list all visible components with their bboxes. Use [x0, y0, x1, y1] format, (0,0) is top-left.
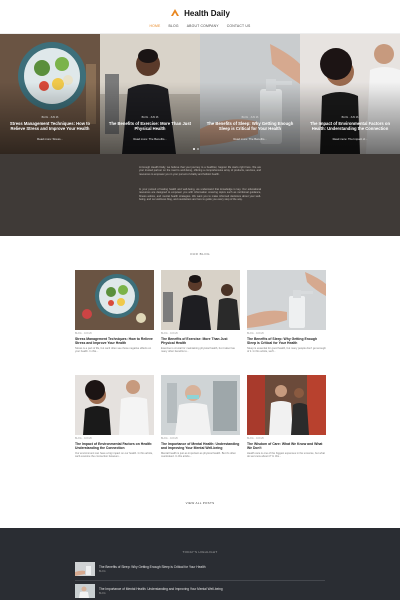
blog-card[interactable]: BLOG · JUN 26 The Impact of Environmenta…	[75, 375, 154, 459]
card-tags: BLOG · JUN 26	[247, 332, 264, 335]
slide-read-more[interactable]: Read more: The Benefits...	[100, 137, 200, 141]
card-title[interactable]: Stress Management Techniques: How to Rel…	[75, 337, 154, 345]
highlight-tag: BLOG	[99, 570, 106, 573]
slide-title[interactable]: The Benefits of Exercise: More Than Just…	[106, 121, 194, 131]
slide-read-more[interactable]: Read more: The Benefits...	[200, 137, 300, 141]
sanitizer-thumb-image	[75, 562, 95, 576]
card-tags: BLOG · JUN 26	[75, 332, 92, 335]
nav-item-home[interactable]: Home	[149, 24, 160, 28]
slide-read-more[interactable]: Read more: Stress...	[0, 137, 100, 141]
slider-dots	[193, 148, 199, 150]
about-section: At Hough Health Daily, we believe that y…	[0, 154, 400, 236]
highlight-section: TODAY'S HIGHLIGHT The Benefits of Sleep:…	[0, 528, 400, 600]
slide-title[interactable]: The Benefits of Sleep: Why Getting Enoug…	[206, 121, 294, 131]
about-paragraph: In your pursuit of lasting health and we…	[139, 188, 261, 202]
card-excerpt: Mental health is just as important as ph…	[161, 452, 236, 459]
card-tags: BLOG · JUN 26	[161, 332, 178, 335]
card-image[interactable]	[75, 375, 154, 435]
slide-environment[interactable]: BLOG · JUN 26 The Impact of Environmenta…	[300, 34, 400, 154]
card-image[interactable]	[161, 270, 240, 330]
card-title[interactable]: The Benefits of Exercise: More Than Just…	[161, 337, 240, 345]
slide-meta: BLOG · JUN 26	[141, 116, 159, 119]
highlight-label: TODAY'S HIGHLIGHT	[182, 550, 218, 554]
highlight-thumb[interactable]	[75, 562, 95, 576]
slide-shade	[0, 34, 100, 154]
hero-slider[interactable]: BLOG · JUN 26 Stress Management Techniqu…	[0, 34, 400, 154]
clinic-image	[247, 375, 326, 435]
blog-section-label: OUR BLOG	[190, 252, 210, 256]
highlight-item[interactable]: The Importance of Mental Health: Underst…	[75, 583, 325, 599]
main-nav: Home Blog About Company Contact Us	[149, 24, 250, 28]
lab-worker-image	[161, 375, 240, 435]
nav-item-about[interactable]: About Company	[187, 24, 219, 28]
card-excerpt: Our environment can have a big impact on…	[75, 452, 153, 459]
card-excerpt: Exercise is crucial for maintaining phys…	[161, 347, 235, 354]
slide-stress[interactable]: BLOG · JUN 26 Stress Management Techniqu…	[0, 34, 100, 154]
card-tags: BLOG · JUN 26	[247, 437, 264, 440]
slide-title[interactable]: The Impact of Environmental Factors on H…	[306, 121, 394, 131]
highlight-tag: BLOG	[99, 592, 106, 595]
slider-dot[interactable]	[197, 148, 199, 150]
slide-read-more[interactable]: Read more: The Impact of...	[300, 137, 400, 141]
blog-card[interactable]: BLOG · JUN 26 The Importance of Mental H…	[161, 375, 240, 459]
view-all-posts-link[interactable]: VIEW ALL POSTS	[0, 501, 400, 505]
doctor-patient-image	[75, 375, 154, 435]
lab-thumb-image	[75, 584, 95, 598]
card-image[interactable]	[161, 375, 240, 435]
food-bowl-image	[75, 270, 154, 330]
sanitizer-image	[247, 270, 326, 330]
card-image[interactable]	[247, 375, 326, 435]
slide-sleep[interactable]: BLOG · JUN 26 The Benefits of Sleep: Why…	[200, 34, 300, 154]
site-name: Health Daily	[184, 8, 230, 18]
blog-card[interactable]: BLOG · JUN 26 Stress Management Techniqu…	[75, 270, 154, 354]
card-image[interactable]	[247, 270, 326, 330]
slider-dot[interactable]	[193, 148, 195, 150]
about-paragraph: At Hough Health Daily, we believe that y…	[139, 166, 261, 176]
site-header: Health Daily Home Blog About Company Con…	[0, 0, 400, 34]
card-image[interactable]	[75, 270, 154, 330]
slide-meta: BLOG · JUN 26	[41, 116, 59, 119]
card-title[interactable]: The Wisdom of Care: What We Know and Wha…	[247, 442, 326, 450]
highlight-title[interactable]: The Benefits of Sleep: Why Getting Enoug…	[99, 565, 205, 569]
blog-card[interactable]: BLOG · JUN 26 The Benefits of Exercise: …	[161, 270, 240, 354]
blog-card[interactable]: BLOG · JUN 26 The Wisdom of Care: What W…	[247, 375, 326, 459]
slide-title[interactable]: Stress Management Techniques: How to Rel…	[6, 121, 94, 131]
card-excerpt: Health care is one of the biggest expens…	[247, 452, 325, 459]
card-excerpt: Sleep is essential for good health, but …	[247, 347, 326, 354]
slide-shade	[300, 34, 400, 154]
logo-icon	[171, 9, 180, 16]
card-title[interactable]: The Benefits of Sleep: Why Getting Enoug…	[247, 337, 326, 345]
nav-item-contact[interactable]: Contact Us	[227, 24, 251, 28]
card-tags: BLOG · JUN 26	[75, 437, 92, 440]
highlight-divider	[75, 580, 325, 581]
slide-meta: BLOG · JUN 26	[241, 116, 259, 119]
card-title[interactable]: The Importance of Mental Health: Underst…	[161, 442, 240, 450]
blog-card[interactable]: BLOG · JUN 26 The Benefits of Sleep: Why…	[247, 270, 326, 354]
card-title[interactable]: The Impact of Environmental Factors on H…	[75, 442, 154, 450]
highlight-item[interactable]: The Benefits of Sleep: Why Getting Enoug…	[75, 561, 325, 577]
site-logo[interactable]: Health Daily	[170, 5, 230, 21]
highlight-thumb[interactable]	[75, 584, 95, 598]
card-excerpt: Stress is a part of life, but we'd often…	[75, 347, 152, 354]
slide-exercise[interactable]: BLOG · JUN 26 The Benefits of Exercise: …	[100, 34, 200, 154]
card-tags: BLOG · JUN 26	[161, 437, 178, 440]
trainer-image	[161, 270, 240, 330]
nav-item-blog[interactable]: Blog	[168, 24, 178, 28]
highlight-title[interactable]: The Importance of Mental Health: Underst…	[99, 587, 223, 591]
slide-shade	[100, 34, 200, 154]
slide-shade	[200, 34, 300, 154]
slide-meta: BLOG · JUN 26	[341, 116, 359, 119]
